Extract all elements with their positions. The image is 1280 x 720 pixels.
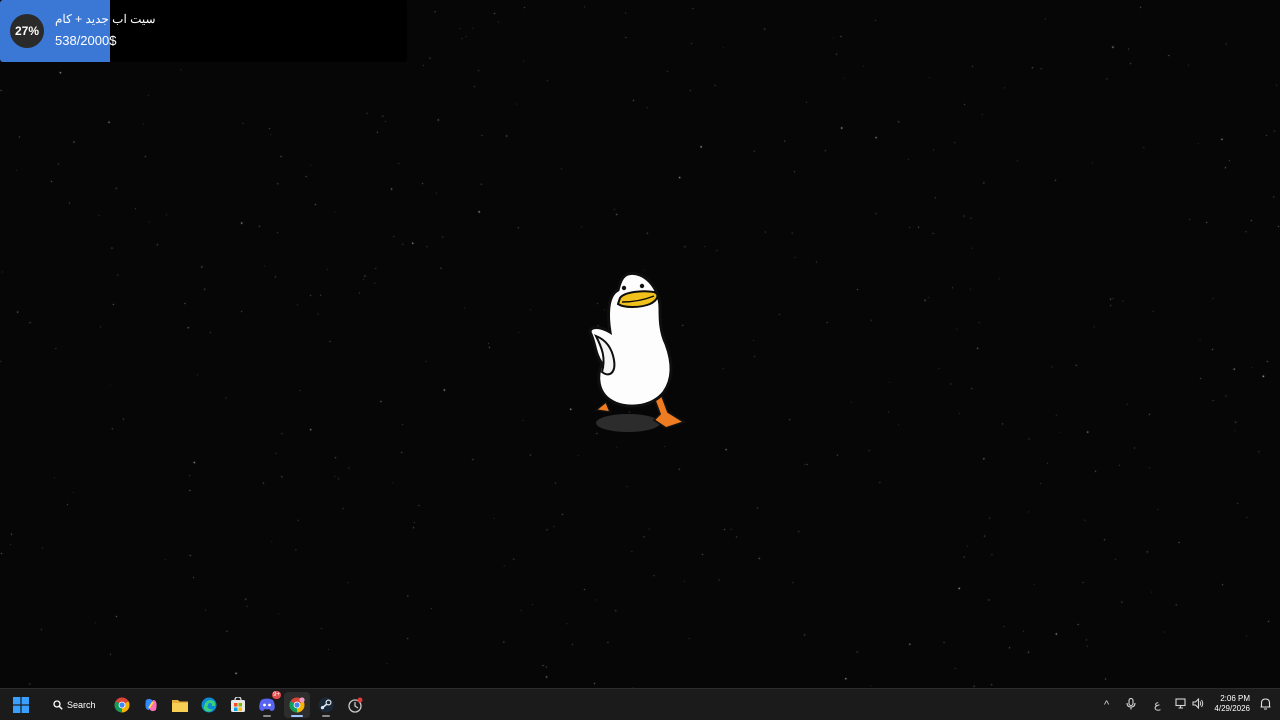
donation-goal-widget: 27% سيت اب جديد + كام 538/2000$ (0, 0, 407, 62)
chrome-profile-icon[interactable] (284, 692, 310, 718)
discord-badge: 9+ (272, 691, 281, 699)
edge-icon[interactable] (196, 692, 222, 718)
chrome-icon[interactable] (109, 692, 135, 718)
copilot-icon[interactable] (138, 692, 164, 718)
taskbar-search-button[interactable]: Search (48, 694, 100, 716)
microsoft-store-icon[interactable] (225, 692, 251, 718)
duck-eye-right (639, 283, 645, 289)
notification-bell-icon[interactable] (1260, 697, 1271, 715)
search-icon (53, 700, 63, 710)
tray-chevron-icon[interactable]: ^ (1104, 697, 1109, 713)
discord-icon[interactable]: 9+ (254, 691, 281, 718)
taskbar-clock[interactable]: 2:06 PM 4/29/2026 (1214, 694, 1250, 714)
windows-start-icon[interactable] (8, 692, 34, 718)
app-icon[interactable] (342, 692, 368, 718)
file-explorer-icon[interactable] (167, 692, 193, 718)
search-label: Search (67, 700, 96, 710)
duck-left-foot (594, 400, 612, 413)
taskbar: Search 9+ ^ ع 2:06 PM 4/29/2026 (0, 688, 1280, 720)
duck-mascot (588, 271, 687, 432)
duck-eye-left (621, 285, 627, 291)
clock-date: 4/29/2026 (1214, 704, 1250, 713)
ime-indicator[interactable]: ع (1154, 697, 1161, 713)
duck-shadow (596, 414, 660, 432)
steam-icon[interactable] (313, 692, 339, 718)
microphone-icon[interactable] (1126, 697, 1136, 715)
duck-right-foot (652, 394, 687, 429)
clock-time: 2:06 PM (1220, 694, 1250, 703)
volume-icon[interactable] (1192, 697, 1204, 714)
network-icon[interactable] (1175, 698, 1187, 714)
goal-amount: 538/2000$ (55, 33, 117, 48)
goal-title: سيت اب جديد + كام (55, 12, 156, 26)
goal-percent-badge: 27% (10, 14, 44, 48)
